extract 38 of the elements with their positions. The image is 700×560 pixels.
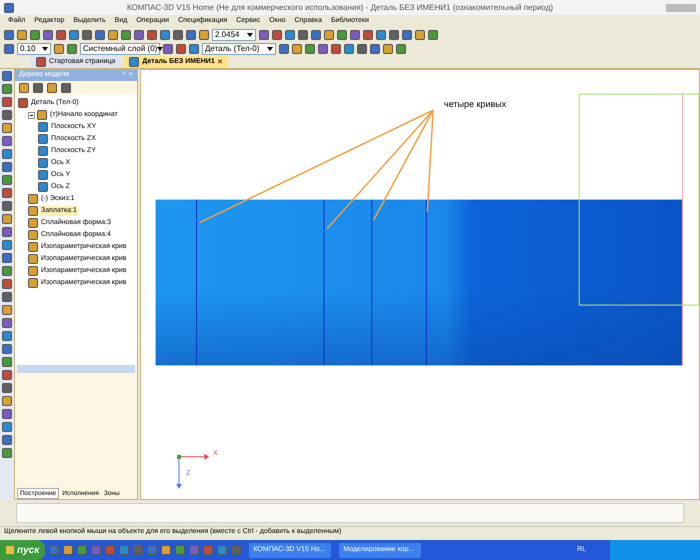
app-icon[interactable] [4, 2, 14, 12]
tree-node-icon[interactable] [38, 182, 48, 192]
combo-box[interactable]: 0.10 [17, 43, 51, 55]
tree-node-icon[interactable] [28, 254, 38, 264]
start-button[interactable]: пуск [0, 540, 46, 560]
tree-node-icon[interactable] [28, 218, 38, 228]
tree-node-icon[interactable] [28, 266, 38, 276]
axis-triad-drawing [176, 454, 210, 489]
quick-launch-icon[interactable] [63, 545, 74, 555]
tree-node-icon[interactable] [38, 146, 48, 156]
quick-launch-icon[interactable] [161, 545, 172, 555]
tree-node-icon[interactable] [38, 134, 48, 144]
dropdown-arrow-icon[interactable] [42, 47, 48, 51]
quick-launch-icon[interactable] [77, 545, 88, 555]
dropdown-arrow-icon[interactable] [247, 33, 253, 37]
combo-box[interactable]: Деталь (Тел-0) [202, 43, 276, 55]
quick-launch-icon[interactable] [119, 545, 130, 555]
tree-node-icon[interactable] [37, 110, 47, 120]
tree-node-icon[interactable] [38, 122, 48, 132]
tree-node-icon[interactable] [28, 242, 38, 252]
tree-node-icon[interactable] [38, 170, 48, 180]
quick-launch-icon[interactable] [175, 545, 186, 555]
tree-node-icon[interactable] [28, 230, 38, 240]
tree-node-icon[interactable] [28, 278, 38, 288]
window-title: КОМПАС-3D V15 Home (Не для коммерческого использования) - Деталь БЕЗ ИМЕНИ1 (ознакомительный период) [126, 2, 554, 14]
combo-box[interactable]: Системный слой (0) [80, 43, 160, 55]
collapse-toggle-icon[interactable] [28, 112, 35, 118]
annotation-label: четыре кривых [444, 98, 506, 111]
close-tab-button[interactable]: × [218, 56, 222, 68]
tab-icon[interactable] [36, 57, 46, 67]
tab-icon[interactable] [129, 57, 140, 67]
tree-node-icon[interactable] [28, 194, 38, 204]
tree-node-icon[interactable] [28, 206, 38, 216]
quick-launch-icon[interactable] [217, 545, 228, 555]
tree-node-icon[interactable] [18, 98, 28, 108]
combo-box[interactable]: 2.0454 [212, 29, 256, 41]
dropdown-arrow-icon[interactable] [267, 47, 273, 51]
tree-node-icon[interactable] [38, 158, 48, 168]
